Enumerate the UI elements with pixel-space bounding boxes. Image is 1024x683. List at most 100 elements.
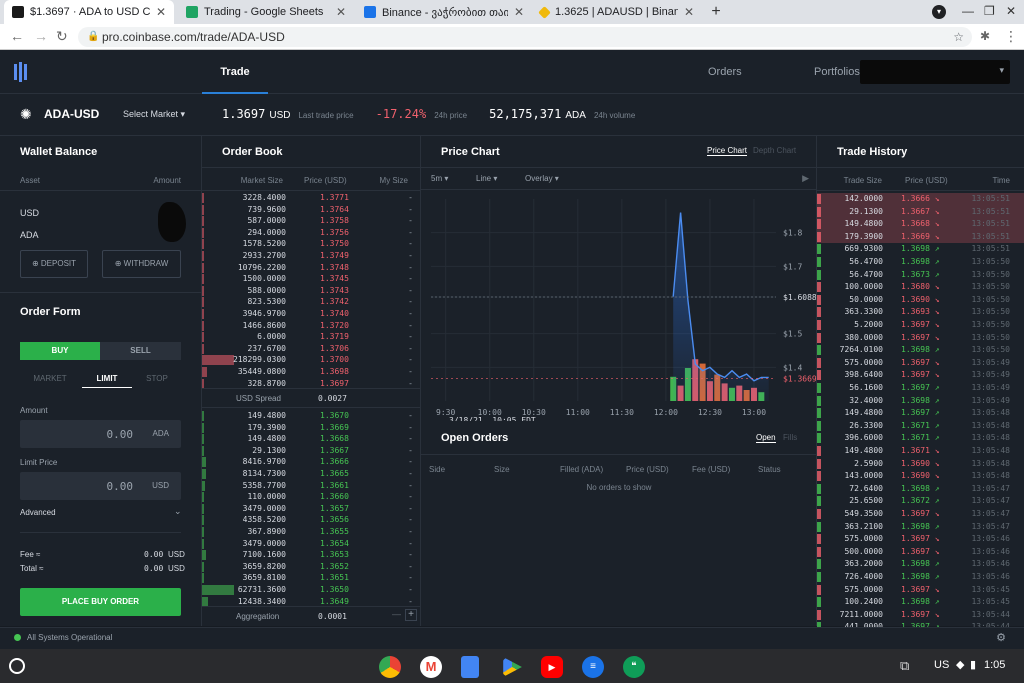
trade-price: 1.3666 ↘	[901, 193, 940, 206]
tab-limit[interactable]: LIMIT	[82, 370, 132, 388]
interval-dropdown[interactable]: 5m ▾	[431, 174, 448, 183]
play-icon[interactable]: ▶	[802, 173, 809, 184]
orderbook-row[interactable]: 62731.3600 1.3650 -	[202, 584, 421, 596]
youtube-app-icon[interactable]: ▶	[541, 656, 563, 678]
orderbook-row[interactable]: 10796.2200 1.3748 -	[202, 262, 421, 274]
forward-icon[interactable]: →	[34, 28, 48, 44]
amount-input[interactable]: 0.00 ADA	[20, 420, 181, 448]
orderbook-row[interactable]: 110.0000 1.3660 -	[202, 491, 421, 503]
extensions-icon[interactable]: ✱	[980, 29, 990, 43]
sell-tab[interactable]: SELL	[100, 342, 181, 360]
back-icon[interactable]: ←	[10, 28, 24, 44]
menu-icon[interactable]: ⋮	[1004, 28, 1018, 45]
input-language[interactable]: US	[934, 659, 949, 671]
restore-icon[interactable]: ❐	[984, 4, 995, 18]
orderbook-row[interactable]: 1466.8600 1.3720 -	[202, 320, 421, 332]
account-menu-redacted[interactable]: ▾	[860, 60, 1010, 84]
wifi-icon[interactable]: ◆	[956, 658, 964, 671]
new-tab-button[interactable]: +	[706, 2, 726, 22]
aggregation-decrease-button[interactable]: —	[392, 609, 401, 619]
price-chart-svg[interactable]: 9:30 10:00 10:30 11:00 11:30 12:00 12:30 13:00$…	[421, 191, 816, 427]
orderbook-row[interactable]: 218299.0300 1.3700 -	[202, 354, 421, 366]
reload-icon[interactable]: ↻	[56, 28, 68, 45]
orderbook-row[interactable]: 1578.5200 1.3750 -	[202, 238, 421, 250]
buy-tab[interactable]: BUY	[20, 342, 100, 360]
battery-icon[interactable]: ▮	[970, 658, 976, 671]
orderbook-row[interactable]: 149.4800 1.3670 -	[202, 410, 421, 422]
settings-gear-icon[interactable]: ⚙	[996, 631, 1006, 644]
chart-style-dropdown[interactable]: Line ▾	[476, 174, 497, 183]
orderbook-row[interactable]: 587.0000 1.3758 -	[202, 215, 421, 227]
url-field[interactable]: 🔒 pro.coinbase.com/trade/ADA-USD ☆	[78, 27, 972, 47]
status-text[interactable]: All Systems Operational	[27, 633, 112, 642]
overview-icon[interactable]: ⧉	[900, 658, 909, 674]
hangouts-app-icon[interactable]: ❝	[623, 656, 645, 678]
browser-tab-binance-spot[interactable]: 1.3625 | ADAUSD | Binance Spot ✕	[532, 0, 702, 24]
orderbook-row[interactable]: 6.0000 1.3719 -	[202, 331, 421, 343]
orderbook-row[interactable]: 3479.0000 1.3654 -	[202, 538, 421, 550]
my-size: -	[408, 503, 413, 513]
advanced-toggle[interactable]: Advanced	[20, 508, 56, 517]
orderbook-row[interactable]: 4358.5200 1.3656 -	[202, 514, 421, 526]
close-icon[interactable]: ✕	[336, 5, 346, 19]
nav-trade[interactable]: Trade	[202, 50, 268, 94]
orderbook-row[interactable]: 3946.9700 1.3740 -	[202, 308, 421, 320]
orderbook-row[interactable]: 3479.0000 1.3657 -	[202, 503, 421, 515]
tab-stop[interactable]: STOP	[132, 370, 182, 388]
browser-tab-coinbase[interactable]: $1.3697 · ADA to USD Coinbase P ✕	[4, 0, 174, 24]
orderbook-row[interactable]: 149.4800 1.3668 -	[202, 433, 421, 445]
coinbase-pro-logo-icon[interactable]	[14, 62, 30, 82]
orderbook-row[interactable]: 3659.8200 1.3652 -	[202, 561, 421, 573]
orderbook-row[interactable]: 3659.8100 1.3651 -	[202, 572, 421, 584]
chevron-down-icon: ▾	[999, 65, 1004, 75]
close-icon[interactable]: ✕	[684, 5, 694, 19]
deposit-button[interactable]: ⊕ DEPOSIT	[20, 250, 88, 278]
limit-price-input[interactable]: 0.00 USD	[20, 472, 181, 500]
orderbook-row[interactable]: 8416.9700 1.3666 -	[202, 456, 421, 468]
browser-tab-sheets[interactable]: Trading - Google Sheets ✕	[178, 0, 354, 24]
overlay-dropdown[interactable]: Overlay ▾	[525, 174, 559, 183]
orderbook-row[interactable]: 3228.4000 1.3771 -	[202, 192, 421, 204]
tab-depth-chart[interactable]: Depth Chart	[753, 146, 796, 155]
withdraw-button[interactable]: ⊕ WITHDRAW	[102, 250, 181, 278]
orderbook-row[interactable]: 823.5300 1.3742 -	[202, 296, 421, 308]
orderbook-row[interactable]: 588.0000 1.3743 -	[202, 285, 421, 297]
orderbook-row[interactable]: 35449.0800 1.3698 -	[202, 366, 421, 378]
orderbook-row[interactable]: 5358.7700 1.3661 -	[202, 480, 421, 492]
select-market-dropdown[interactable]: Select Market ▾	[123, 109, 185, 120]
orderbook-row[interactable]: 1500.0000 1.3745 -	[202, 273, 421, 285]
gmail-app-icon[interactable]: M	[420, 656, 442, 678]
close-window-icon[interactable]: ✕	[1006, 4, 1016, 18]
clock[interactable]: 1:05	[984, 659, 1005, 671]
orderbook-row[interactable]: 237.6700 1.3706 -	[202, 343, 421, 355]
orderbook-row[interactable]: 7100.1600 1.3653 -	[202, 549, 421, 561]
aggregation-increase-button[interactable]: +	[405, 609, 417, 621]
profile-icon[interactable]: ▾	[932, 5, 946, 19]
orderbook-row[interactable]: 2933.2700 1.3749 -	[202, 250, 421, 262]
market-size: 3659.8100	[242, 573, 286, 583]
orderbook-row[interactable]: 29.1300 1.3667 -	[202, 445, 421, 457]
chrome-app-icon[interactable]	[379, 656, 401, 678]
tab-market[interactable]: MARKET	[20, 370, 80, 388]
nav-portfolios[interactable]: Portfolios	[814, 66, 860, 78]
chevron-down-icon[interactable]: ⌄	[174, 506, 182, 517]
browser-tab-binance[interactable]: Binance - ვაჭრობით თაისუფა ✕	[356, 0, 532, 24]
orderbook-row[interactable]: 367.8900 1.3655 -	[202, 526, 421, 538]
nav-orders[interactable]: Orders	[708, 66, 742, 78]
docs-app-icon[interactable]	[461, 656, 479, 678]
minimize-icon[interactable]: —	[962, 4, 974, 18]
tab-fills[interactable]: Fills	[783, 433, 797, 442]
close-icon[interactable]: ✕	[156, 5, 166, 19]
orderbook-row[interactable]: 739.9600 1.3764 -	[202, 204, 421, 216]
trade-price-value: 1.3697	[901, 534, 930, 544]
orderbook-row[interactable]: 8134.7300 1.3665 -	[202, 468, 421, 480]
orderbook-row[interactable]: 294.0000 1.3756 -	[202, 227, 421, 239]
place-buy-order-button[interactable]: PLACE BUY ORDER	[20, 588, 181, 616]
launcher-icon[interactable]	[9, 658, 25, 674]
tab-open[interactable]: Open	[756, 433, 776, 443]
close-icon[interactable]: ✕	[514, 5, 524, 19]
messages-app-icon[interactable]: ≡	[582, 656, 604, 678]
tab-price-chart[interactable]: Price Chart	[707, 146, 748, 156]
bookmark-star-icon[interactable]: ☆	[953, 27, 964, 47]
orderbook-row[interactable]: 179.3900 1.3669 -	[202, 422, 421, 434]
